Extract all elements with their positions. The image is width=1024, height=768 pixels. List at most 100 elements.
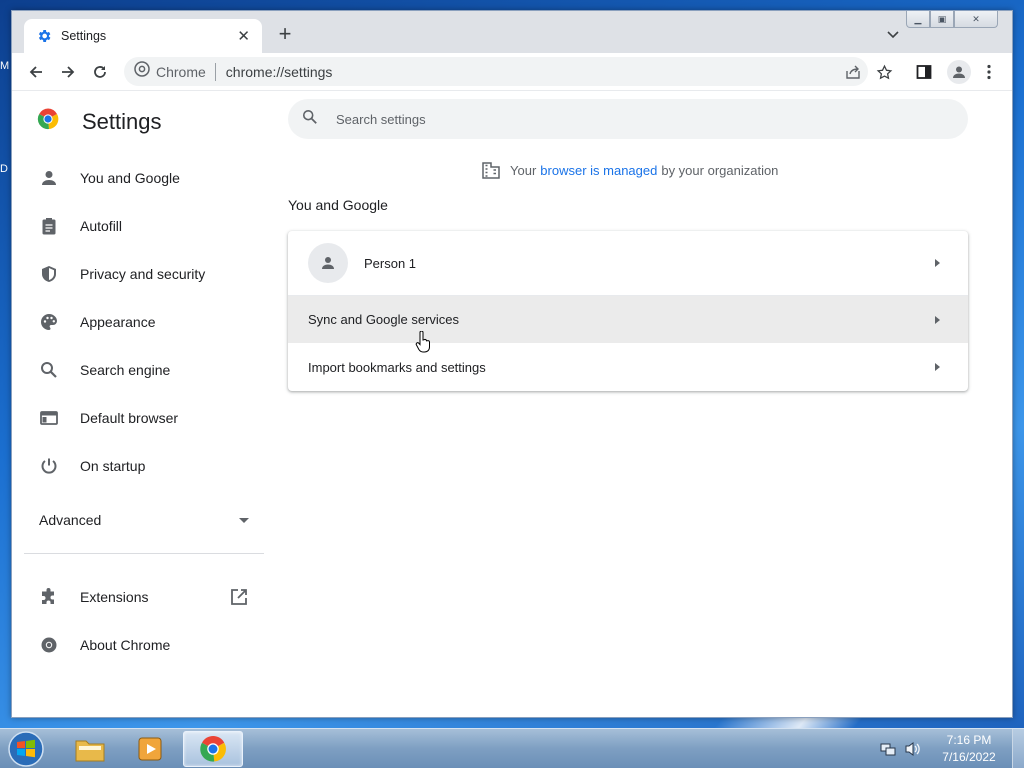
section-title: You and Google <box>288 197 388 213</box>
person-icon <box>322 257 334 269</box>
advanced-section-toggle[interactable]: Advanced <box>39 511 249 529</box>
sidebar-item-about-chrome[interactable]: About Chrome <box>12 625 268 665</box>
sidebar-item-label: Autofill <box>80 218 123 234</box>
back-button[interactable] <box>22 58 50 86</box>
page-title: Settings <box>82 108 162 134</box>
browser-window-icon <box>40 409 58 427</box>
sidebar-item-appearance[interactable]: Appearance <box>12 302 268 342</box>
sidebar-item-label: Default browser <box>80 410 179 426</box>
sidebar-item-search-engine[interactable]: Search engine <box>12 350 268 390</box>
search-icon <box>40 361 58 379</box>
chrome-window: Settings ✕ + ▁ ▣ ✕ Chrome chrome://setti… <box>11 10 1013 718</box>
taskbar-explorer-button[interactable] <box>62 731 118 767</box>
you-and-google-card: Person 1 Sync and Google services Import… <box>288 231 968 391</box>
forward-button[interactable] <box>54 58 82 86</box>
site-chip-label: Chrome <box>156 63 206 80</box>
clock-date: 7/16/2022 <box>942 750 996 764</box>
search-placeholder: Search settings <box>336 111 426 127</box>
sidebar-item-label: Extensions <box>80 589 149 605</box>
puzzle-icon <box>40 588 58 606</box>
close-tab-icon[interactable]: ✕ <box>237 27 250 45</box>
show-desktop-button[interactable] <box>1012 729 1024 768</box>
sidebar-item-default-browser[interactable]: Default browser <box>12 398 268 438</box>
power-icon <box>40 457 58 475</box>
settings-header: Settings <box>36 107 162 136</box>
sidebar-item-label: You and Google <box>80 170 180 186</box>
row-label: Import bookmarks and settings <box>308 359 486 375</box>
hand-cursor-icon <box>415 330 431 358</box>
chevron-down-icon[interactable] <box>886 27 900 39</box>
kebab-menu-icon[interactable] <box>980 63 998 81</box>
advanced-label: Advanced <box>39 512 102 528</box>
close-window-button[interactable]: ✕ <box>954 11 998 28</box>
window-controls: ▁ ▣ ✕ <box>906 11 998 28</box>
arrow-left-icon <box>29 66 42 78</box>
sidebar-item-label: About Chrome <box>80 637 171 653</box>
network-icon[interactable] <box>880 741 896 757</box>
tab-title: Settings <box>61 29 107 43</box>
profile-avatar-icon[interactable] <box>947 60 971 84</box>
person-icon <box>40 169 58 187</box>
managed-prefix: Your <box>510 162 537 178</box>
arrow-right-icon <box>62 66 75 78</box>
tab-settings[interactable]: Settings ✕ <box>24 19 262 53</box>
gear-icon <box>36 28 52 44</box>
clock-time: 7:16 PM <box>946 733 992 747</box>
windows-taskbar: 7:16 PM 7/16/2022 <box>0 728 1024 768</box>
volume-icon[interactable] <box>904 741 922 757</box>
arrow-right-icon <box>935 315 940 324</box>
clipboard-icon <box>40 217 58 235</box>
tab-strip: Settings ✕ + ▁ ▣ ✕ <box>12 11 1012 53</box>
minimize-button[interactable]: ▁ <box>906 11 930 28</box>
start-button[interactable] <box>6 730 46 768</box>
sidebar-item-you-and-google[interactable]: You and Google <box>12 158 268 198</box>
folder-icon <box>75 740 105 762</box>
search-settings-field[interactable]: Search settings <box>288 99 968 139</box>
arrow-right-icon <box>935 259 940 267</box>
url-text: chrome://settings <box>225 63 333 80</box>
share-icon[interactable] <box>844 63 862 81</box>
taskbar-chrome-button[interactable] <box>183 731 243 767</box>
taskbar-clock[interactable]: 7:16 PM 7/16/2022 <box>936 732 1002 766</box>
sidebar-item-extensions[interactable]: Extensions <box>12 577 268 617</box>
sidebar-item-autofill[interactable]: Autofill <box>12 206 268 246</box>
system-tray: 7:16 PM 7/16/2022 <box>880 729 1024 768</box>
new-tab-button[interactable]: + <box>275 23 295 45</box>
settings-page: Settings You and Google Autofill Privacy… <box>12 91 1012 717</box>
sidebar-item-label: Appearance <box>80 314 156 330</box>
media-player-icon <box>138 737 162 761</box>
shield-icon <box>40 265 58 283</box>
arrow-right-icon <box>935 363 940 371</box>
managed-suffix: by your organization <box>661 162 779 178</box>
avatar <box>308 243 348 283</box>
reload-button[interactable] <box>86 58 114 86</box>
sidebar-item-on-startup[interactable]: On startup <box>12 446 268 486</box>
taskbar-media-player-button[interactable] <box>122 731 178 767</box>
star-icon[interactable] <box>875 63 893 81</box>
chrome-logo-icon <box>36 107 60 136</box>
managed-notice: Your browser is managed by your organiza… <box>482 161 778 179</box>
omnibox-divider <box>214 62 216 81</box>
windows-orb-icon <box>8 731 44 767</box>
side-panel-icon[interactable] <box>915 63 933 81</box>
sync-and-google-services-row[interactable]: Sync and Google services <box>288 296 968 343</box>
sidebar-item-label: Search engine <box>80 362 171 378</box>
browser-toolbar: Chrome chrome://settings <box>12 53 1012 91</box>
row-label: Sync and Google services <box>308 312 460 327</box>
maximize-button[interactable]: ▣ <box>930 11 954 28</box>
address-bar[interactable]: Chrome chrome://settings <box>124 57 868 86</box>
profile-name: Person 1 <box>364 255 417 271</box>
sidebar-divider <box>24 553 264 554</box>
chrome-site-icon <box>134 61 150 82</box>
profile-row[interactable]: Person 1 <box>288 231 968 295</box>
import-bookmarks-row[interactable]: Import bookmarks and settings <box>288 343 968 391</box>
search-icon <box>302 109 318 130</box>
settings-sidebar: Settings You and Google Autofill Privacy… <box>12 91 268 717</box>
caret-down-icon <box>239 511 249 529</box>
browser-managed-link[interactable]: browser is managed <box>540 163 657 178</box>
building-icon <box>482 161 500 179</box>
sidebar-item-privacy-and-security[interactable]: Privacy and security <box>12 254 268 294</box>
chrome-outline-icon <box>40 636 58 654</box>
open-in-new-icon <box>230 588 248 611</box>
chrome-logo-icon <box>200 735 226 762</box>
